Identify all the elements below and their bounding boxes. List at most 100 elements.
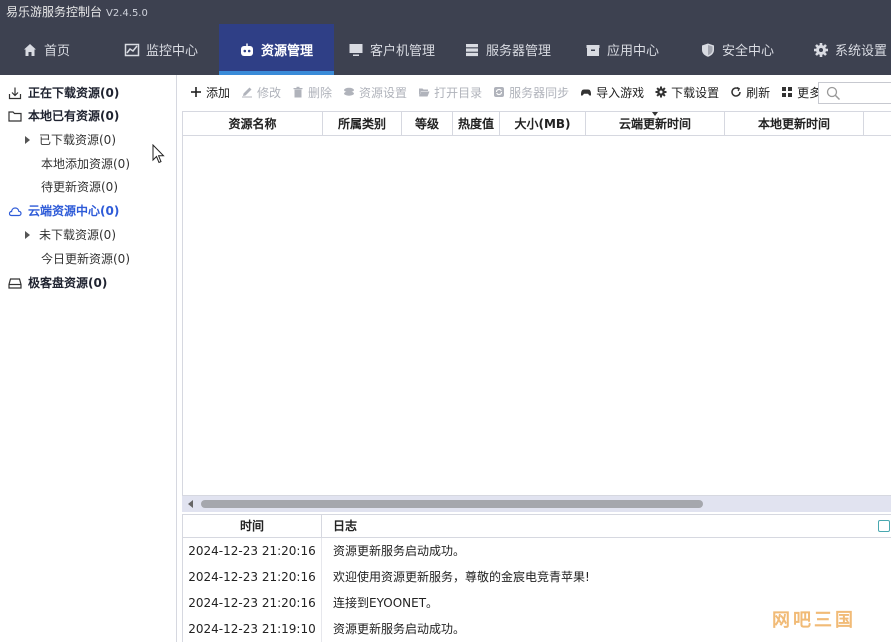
log-row: 2024-12-23 21:20:16 欢迎使用资源更新服务，尊敬的金宸电竞青苹… xyxy=(183,564,891,590)
sort-caret-icon xyxy=(652,112,658,116)
button-label: 删除 xyxy=(308,85,333,100)
log-row: 2024-12-23 21:20:16 资源更新服务启动成功。 xyxy=(183,538,891,564)
log-message-header: 日志 xyxy=(333,519,358,533)
column-label: 云端更新时间 xyxy=(618,117,691,131)
column-header[interactable]: 大小(MB) xyxy=(500,112,586,136)
home-icon xyxy=(24,43,36,56)
button-label: 添加 xyxy=(206,85,231,100)
download-settings-button[interactable]: 下载设置 xyxy=(655,84,719,101)
log-time: 2024-12-23 21:19:10 xyxy=(183,616,322,642)
log-time-header: 时间 xyxy=(183,515,322,538)
log-time: 2024-12-23 21:20:16 xyxy=(183,564,322,590)
folder-icon xyxy=(8,111,22,122)
log-checkbox[interactable] xyxy=(878,520,890,532)
column-header-sorted[interactable]: 云端更新时间 xyxy=(586,112,725,136)
cloud-icon xyxy=(8,207,22,217)
box-icon xyxy=(586,44,600,56)
trash-icon xyxy=(293,86,303,98)
stack-icon xyxy=(344,87,355,96)
nav-security[interactable]: 安全中心 xyxy=(686,24,799,75)
tree-local-added[interactable]: 本地添加资源(0) xyxy=(41,153,130,175)
plus-icon xyxy=(191,87,201,97)
tree-label: 正在下载资源(0) xyxy=(28,86,120,100)
nav-label: 客户机管理 xyxy=(370,44,436,59)
pencil-icon xyxy=(242,87,253,98)
open-directory-button[interactable]: 打开目录 xyxy=(418,84,482,101)
robot-icon xyxy=(241,43,253,56)
tree-cloud-not-downloaded[interactable]: 未下载资源(0) xyxy=(25,224,116,246)
resource-toolbar: 添加 修改 删除 资源设置 打开目录 服务器同步 导入游戏 下载设置 刷新 更多 xyxy=(182,79,891,105)
button-label: 导入游戏 xyxy=(596,85,645,100)
gamepad-icon xyxy=(581,89,592,96)
nav-resource[interactable]: 资源管理 xyxy=(219,24,334,75)
column-header[interactable]: 热度值 xyxy=(453,112,500,136)
edit-button[interactable]: 修改 xyxy=(241,84,281,101)
log-message: 连接到EYOONET。 xyxy=(333,596,439,610)
tree-label: 极客盘资源(0) xyxy=(28,276,108,290)
log-time: 2024-12-23 21:20:16 xyxy=(183,590,322,616)
nav-label: 安全中心 xyxy=(722,44,775,59)
log-message: 欢迎使用资源更新服务，尊敬的金宸电竞青苹果! xyxy=(333,570,590,584)
scroll-left-icon[interactable] xyxy=(188,500,193,508)
delete-button[interactable]: 删除 xyxy=(292,84,332,101)
refresh-button[interactable]: 刷新 xyxy=(730,84,770,101)
app-version: V2.4.5.0 xyxy=(106,8,148,19)
nav-label: 资源管理 xyxy=(261,44,314,59)
log-time: 2024-12-23 21:20:16 xyxy=(183,538,322,564)
nav-monitor[interactable]: 监控中心 xyxy=(100,24,219,75)
mouse-cursor-icon xyxy=(152,144,165,164)
chart-icon xyxy=(124,43,140,56)
disk-icon xyxy=(8,278,22,289)
app-title: 易乐游服务控制台 xyxy=(6,5,103,19)
import-game-button[interactable]: 导入游戏 xyxy=(580,84,644,101)
more-button[interactable]: 更多 xyxy=(781,84,821,101)
tree-local-downloaded[interactable]: 已下载资源(0) xyxy=(25,129,116,151)
tree-label: 本地已有资源(0) xyxy=(28,109,120,123)
column-header[interactable]: 等级 xyxy=(402,112,453,136)
expand-arrow-icon[interactable] xyxy=(25,136,30,144)
nav-settings[interactable]: 系统设置 xyxy=(799,24,891,75)
gear-icon xyxy=(655,86,667,98)
button-label: 资源设置 xyxy=(359,85,408,100)
top-nav: 首页 监控中心 资源管理 客户机管理 服务器管理 应用中心 安全中心 系统设置 xyxy=(0,24,891,75)
tree-local[interactable]: 本地已有资源(0) xyxy=(8,105,119,127)
tree-label: 待更新资源(0) xyxy=(41,180,118,194)
column-header[interactable]: 所属类别 xyxy=(323,112,402,136)
refresh-icon xyxy=(731,86,741,97)
add-button[interactable]: 添加 xyxy=(190,84,230,101)
resource-tree: 正在下载资源(0) 本地已有资源(0) 已下载资源(0) 本地添加资源(0) 待… xyxy=(0,75,177,642)
server-sync-button[interactable]: 服务器同步 xyxy=(493,84,569,101)
nav-label: 系统设置 xyxy=(835,44,888,59)
button-label: 修改 xyxy=(257,85,282,100)
nav-client[interactable]: 客户机管理 xyxy=(334,24,450,75)
scrollbar-thumb[interactable] xyxy=(201,500,703,508)
tree-cloud-today[interactable]: 今日更新资源(0) xyxy=(41,248,130,270)
download-tray-icon xyxy=(8,87,22,100)
nav-label: 首页 xyxy=(44,44,71,59)
expand-arrow-icon[interactable] xyxy=(25,231,30,239)
nav-home[interactable]: 首页 xyxy=(0,24,100,75)
column-header[interactable]: 本地更新时间 xyxy=(725,112,864,136)
grid-header: 资源名称 所属类别 等级 热度值 大小(MB) 云端更新时间 本地更新时间 xyxy=(183,112,891,136)
horizontal-scrollbar[interactable] xyxy=(182,496,891,512)
button-label: 打开目录 xyxy=(434,85,483,100)
tree-local-pending[interactable]: 待更新资源(0) xyxy=(41,176,118,198)
nav-apps[interactable]: 应用中心 xyxy=(571,24,686,75)
column-header[interactable]: 资源名称 xyxy=(183,112,323,136)
shield-icon xyxy=(702,43,714,57)
monitor-icon xyxy=(349,43,363,56)
tree-cloud[interactable]: 云端资源中心(0) xyxy=(8,200,119,222)
tree-label: 云端资源中心(0) xyxy=(28,204,120,218)
nav-label: 监控中心 xyxy=(146,44,199,59)
search-input[interactable] xyxy=(818,82,891,104)
nav-label: 服务器管理 xyxy=(486,44,552,59)
resource-grid[interactable]: 资源名称 所属类别 等级 热度值 大小(MB) 云端更新时间 本地更新时间 xyxy=(182,111,891,496)
window-titlebar: 易乐游服务控制台 V2.4.5.0 xyxy=(0,0,891,24)
tree-disk[interactable]: 极客盘资源(0) xyxy=(8,272,107,294)
tree-label: 今日更新资源(0) xyxy=(41,252,130,266)
resource-settings-button[interactable]: 资源设置 xyxy=(343,84,407,101)
server-icon xyxy=(466,43,478,56)
tree-downloading[interactable]: 正在下载资源(0) xyxy=(8,82,119,104)
gear-icon xyxy=(814,42,828,57)
nav-server[interactable]: 服务器管理 xyxy=(450,24,571,75)
